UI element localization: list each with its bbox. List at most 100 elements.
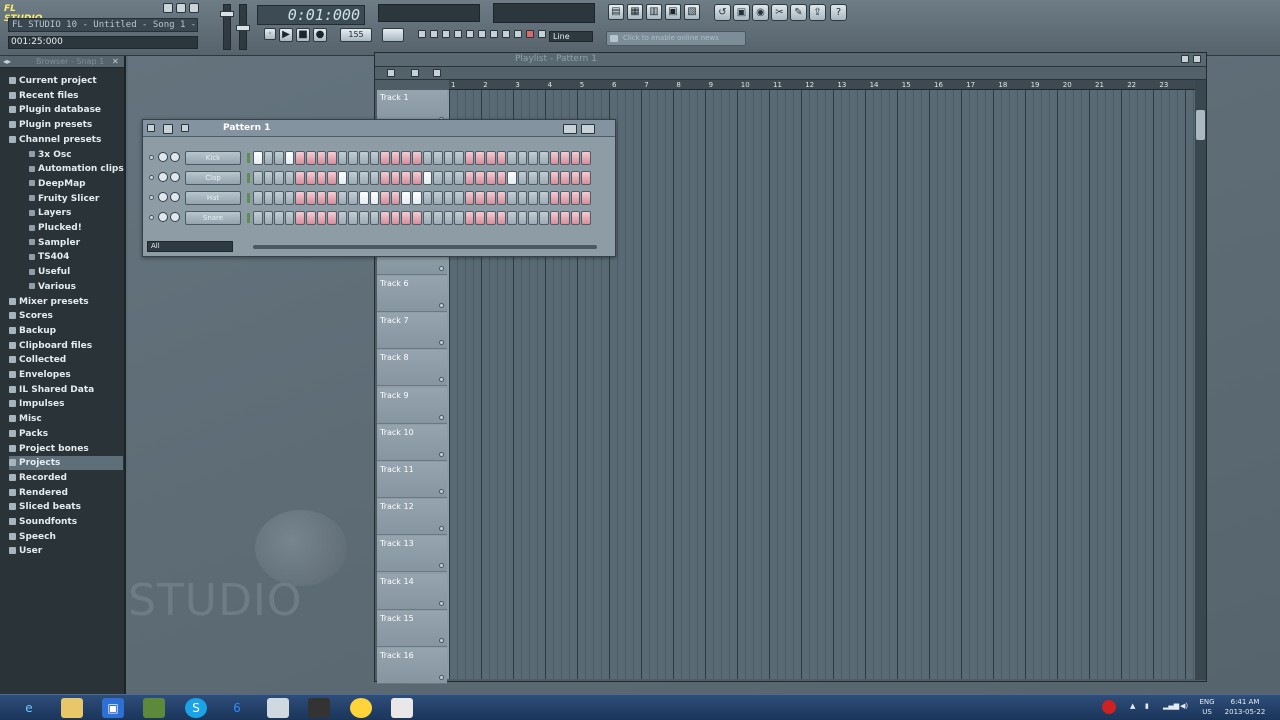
step-button[interactable] (496, 151, 507, 165)
loop-record-icon[interactable] (478, 30, 486, 38)
step-button[interactable] (411, 171, 422, 185)
browser-item[interactable]: Rendered (9, 486, 68, 500)
browser-item[interactable]: Current project (9, 74, 97, 88)
step-button[interactable] (581, 211, 591, 225)
step-button[interactable] (528, 151, 539, 165)
step-button[interactable] (443, 151, 454, 165)
step-button[interactable] (422, 211, 433, 225)
save-icon[interactable]: ▣ (733, 4, 750, 21)
channel-pan-knob[interactable] (158, 152, 168, 162)
browser-item[interactable]: Project bones (9, 442, 89, 456)
notepad-icon[interactable] (267, 698, 289, 718)
language-indicator[interactable]: ENG US (1196, 697, 1218, 717)
step-button[interactable] (369, 151, 380, 165)
browser-item[interactable]: Backup (9, 324, 56, 338)
master-volume-fader[interactable] (220, 4, 234, 50)
step-button[interactable] (560, 171, 570, 185)
step-button[interactable] (369, 171, 380, 185)
step-button[interactable] (253, 171, 263, 185)
step-button[interactable] (443, 191, 454, 205)
step-button[interactable] (337, 171, 348, 185)
step-button[interactable] (581, 151, 591, 165)
step-button[interactable] (549, 211, 560, 225)
step-button[interactable] (433, 151, 443, 165)
internet-explorer-icon[interactable]: e (18, 698, 40, 718)
step-button[interactable] (570, 191, 581, 205)
step-button[interactable] (528, 171, 539, 185)
step-button[interactable] (560, 151, 570, 165)
step-button[interactable] (401, 211, 411, 225)
step-button[interactable] (284, 151, 295, 165)
blend-notes-icon[interactable] (466, 30, 474, 38)
step-button[interactable] (581, 171, 591, 185)
step-button[interactable] (316, 211, 327, 225)
step-button[interactable] (464, 211, 475, 225)
channel-select-indicator[interactable] (247, 153, 250, 163)
step-button[interactable] (295, 211, 305, 225)
browser-item[interactable]: Sliced beats (9, 500, 81, 514)
track-header[interactable]: Track 13 (377, 536, 447, 573)
step-button[interactable] (422, 171, 433, 185)
step-button[interactable] (358, 191, 369, 205)
playlist-draw-icon[interactable] (433, 69, 441, 77)
network-icon[interactable]: ▮ (1145, 701, 1149, 711)
browser-item[interactable]: Scores (9, 309, 53, 323)
step-button[interactable] (528, 211, 539, 225)
step-button[interactable] (274, 151, 284, 165)
step-button[interactable] (539, 151, 549, 165)
channel-select-indicator[interactable] (247, 213, 250, 223)
step-button[interactable] (411, 151, 422, 165)
step-button[interactable] (263, 211, 274, 225)
pattern-song-toggle[interactable]: ◦ (264, 28, 276, 40)
step-button[interactable] (316, 151, 327, 165)
alert-icon[interactable] (1102, 700, 1116, 714)
pattern-title[interactable]: Pattern 1 (223, 123, 270, 133)
track-mute-icon[interactable] (439, 526, 444, 532)
step-button[interactable] (464, 151, 475, 165)
track-header[interactable]: Track 10 (377, 424, 447, 461)
step-button[interactable] (263, 151, 274, 165)
track-mute-icon[interactable] (439, 600, 444, 606)
playlist-minimize-icon[interactable] (1181, 55, 1189, 63)
track-mute-icon[interactable] (439, 265, 444, 271)
step-button[interactable] (549, 171, 560, 185)
channel-button[interactable]: Snare (185, 211, 241, 225)
undo-icon[interactable]: ↺ (714, 4, 731, 21)
track-header[interactable]: Track 11 (377, 462, 447, 498)
browser-view-button[interactable]: ▣ (665, 4, 681, 20)
step-button[interactable] (507, 171, 517, 185)
step-button[interactable] (348, 211, 358, 225)
browser-item[interactable]: TS404 (29, 250, 69, 264)
metronome-icon[interactable] (418, 30, 426, 38)
cut-icon[interactable]: ✂ (771, 4, 788, 21)
browser-item[interactable]: Useful (29, 265, 70, 279)
mixer-view-button[interactable]: ▧ (684, 4, 700, 20)
step-button[interactable] (570, 171, 581, 185)
pattern-selector[interactable] (382, 28, 404, 42)
step-button[interactable] (454, 171, 464, 185)
step-button[interactable] (316, 171, 327, 185)
playlist-vertical-scrollbar[interactable] (1195, 80, 1206, 680)
step-button[interactable] (464, 191, 475, 205)
step-button[interactable] (305, 191, 316, 205)
track-header[interactable]: Track 14 (377, 573, 447, 610)
browser-item[interactable]: Projects (9, 456, 123, 471)
wait-input-icon[interactable] (430, 30, 438, 38)
track-header[interactable]: Track 6 (377, 276, 447, 312)
browser-item[interactable]: Envelopes (9, 368, 71, 382)
render-icon[interactable]: ◉ (752, 4, 769, 21)
step-button[interactable] (295, 191, 305, 205)
step-button[interactable] (274, 191, 284, 205)
step-button[interactable] (348, 191, 358, 205)
step-button[interactable] (253, 151, 263, 165)
browser-item[interactable]: Plugin presets (9, 118, 92, 132)
step-button[interactable] (390, 171, 401, 185)
keyboard-editor-icon[interactable] (581, 124, 595, 134)
step-button[interactable] (284, 211, 295, 225)
channel-pan-knob[interactable] (158, 192, 168, 202)
master-pitch-fader[interactable] (236, 4, 250, 50)
step-button[interactable] (390, 191, 401, 205)
step-button[interactable] (337, 191, 348, 205)
settings-icon[interactable]: ✎ (790, 4, 807, 21)
file-explorer-icon[interactable] (61, 698, 83, 718)
